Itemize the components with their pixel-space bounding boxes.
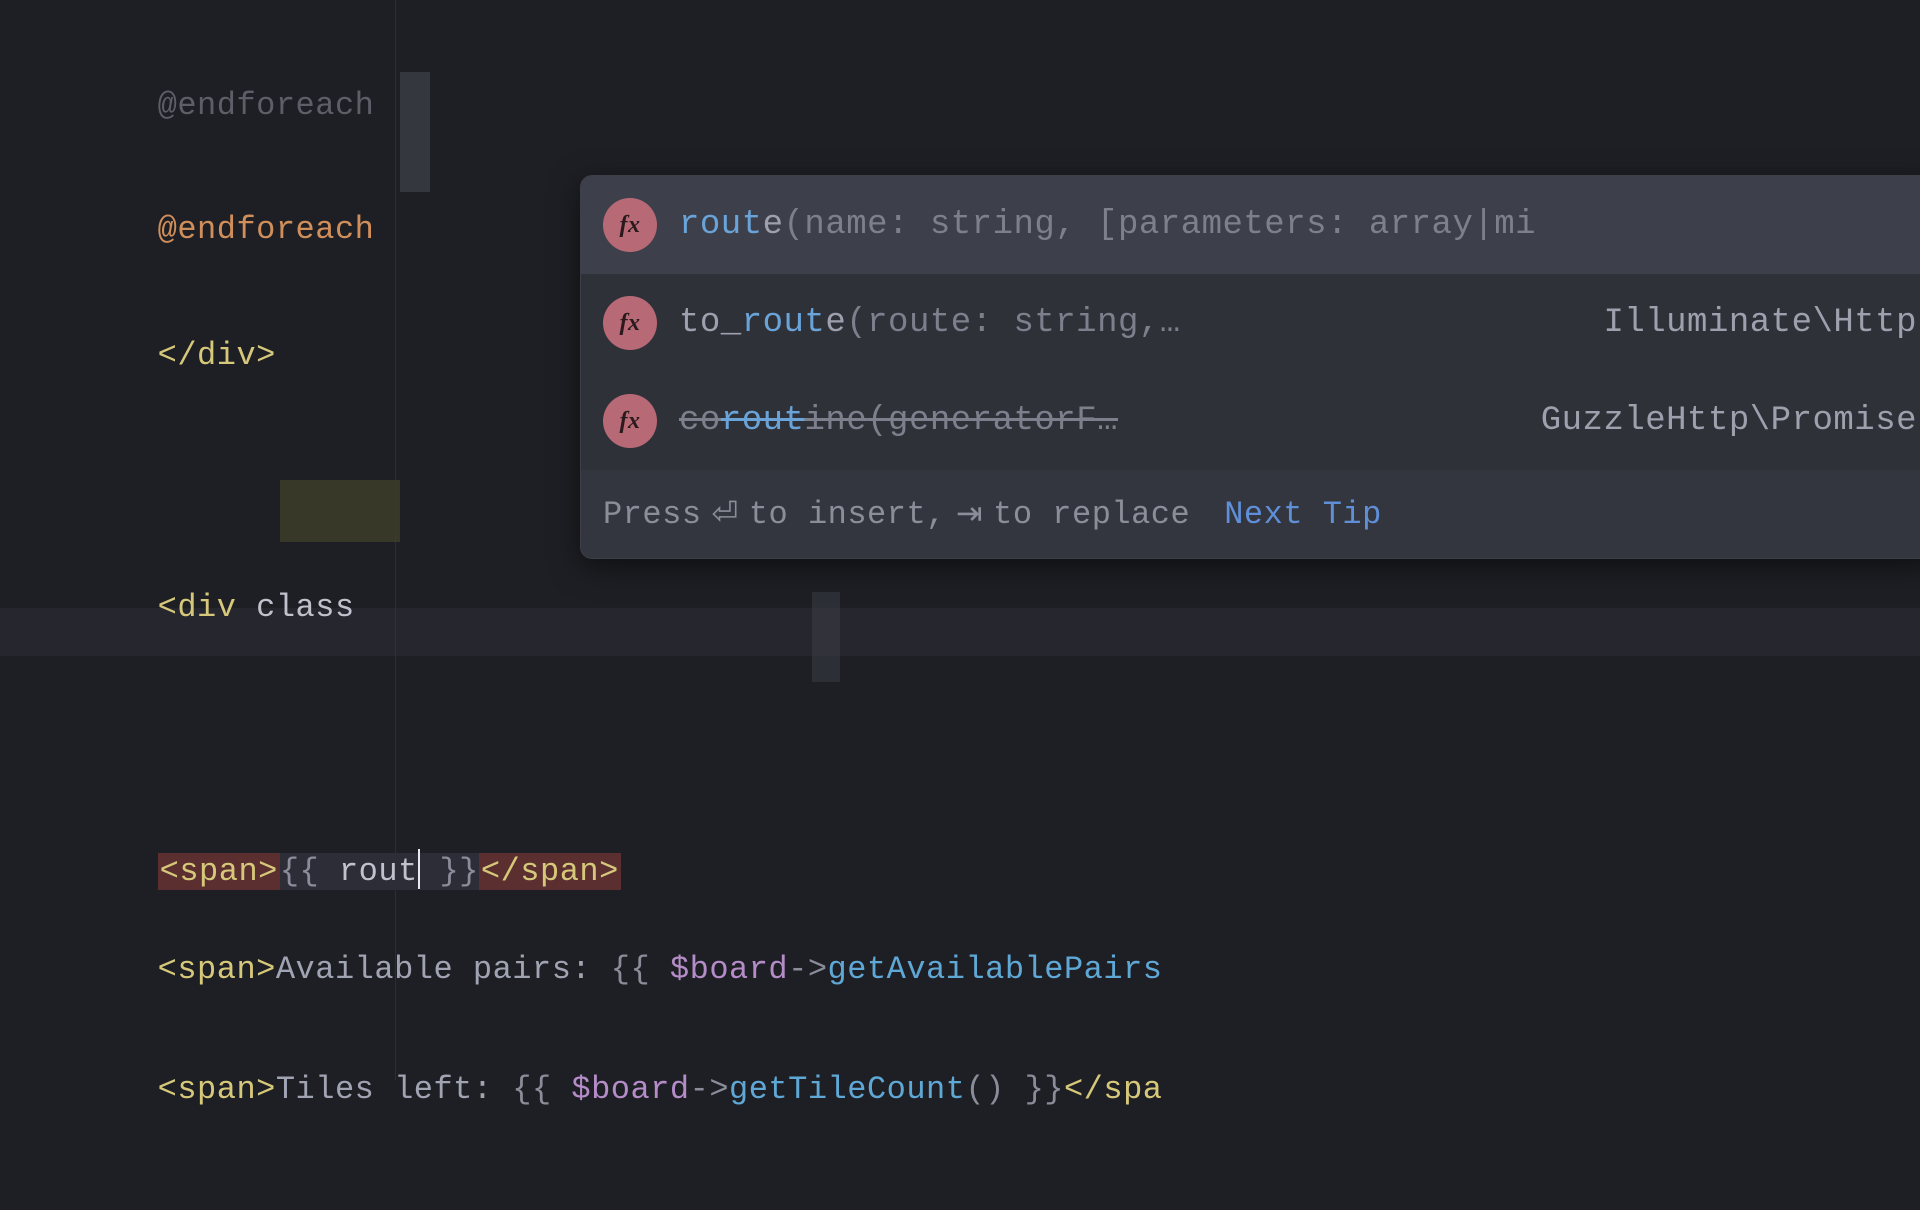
arrow-op: -> [690,1071,729,1108]
hint-text: to insert, [749,496,946,533]
completion-rest: ine [804,402,867,440]
autocomplete-item[interactable]: fx to_route(route: string,… Illuminate\H… [581,274,1920,372]
autocomplete-item[interactable]: fx coroutine(generatorF… GuzzleHttp\Prom… [581,372,1920,470]
html-close-tag: </div> [158,337,276,374]
hint-text: Press [603,496,702,533]
code-line: @endforeach [0,0,1920,34]
autocomplete-popup[interactable]: fx route(name: string, [parameters: arra… [580,175,1920,559]
hint-text: to replace [993,496,1190,533]
completion-pre: co [679,402,721,440]
html-close-tag: </span> [479,853,621,890]
text-node: Available pairs: [276,951,611,988]
blade-directive: @endforeach [158,211,375,248]
blade-open: {{ [611,951,670,988]
completion-match: rout [721,402,805,440]
completion-rest: e [825,304,846,342]
method-call: getAvailablePairs [828,951,1163,988]
blade-open: {{ [512,1071,571,1108]
text-caret [418,849,420,889]
arrow-op: -> [788,951,827,988]
code-editor[interactable]: @endforeach @endforeach </div> <div clas… [0,0,1920,1080]
method-call: getTileCount [729,1071,965,1108]
next-tip-link[interactable]: Next Tip [1224,496,1382,533]
completion-rest: e [763,206,784,244]
typed-text: rout [339,853,418,890]
completion-origin: GuzzleHttp\Promise [1511,402,1917,440]
call-parens: () [965,1071,1004,1108]
blade-close: }} [1005,1071,1064,1108]
function-icon: fx [603,394,657,448]
html-attr: class [256,589,355,626]
completion-origin: Illuminate\Http [1573,304,1917,342]
enter-key-icon: ⏎ [712,494,739,534]
function-icon: fx [603,296,657,350]
blade-close: }} [420,853,479,890]
text-node: Tiles left: [276,1071,512,1108]
completion-pre: to_ [679,304,742,342]
html-open-tag: <span> [158,853,280,890]
php-variable: $board [571,1071,689,1108]
function-icon: fx [603,198,657,252]
autocomplete-item[interactable]: fx route(name: string, [parameters: arra… [581,176,1920,274]
blade-open: {{ [280,853,339,890]
html-open-tag: <span> [158,1071,276,1108]
tab-key-icon: ⇥ [956,494,983,534]
html-open-tag: <span> [158,951,276,988]
html-open-tag: <div [158,589,237,626]
completion-match: rout [679,206,763,244]
completion-signature: (generatorF… [867,402,1118,440]
completion-signature: (name: string, [parameters: array|mi [784,206,1537,244]
autocomplete-hint: Press ⏎ to insert, ⇥ to replace Next Tip [581,470,1920,558]
completion-match: rout [742,304,826,342]
php-variable: $board [670,951,788,988]
blade-directive: @endforeach [158,87,375,124]
html-close-tag: </spa [1064,1071,1163,1108]
completion-signature: (route: string,… [846,304,1180,342]
